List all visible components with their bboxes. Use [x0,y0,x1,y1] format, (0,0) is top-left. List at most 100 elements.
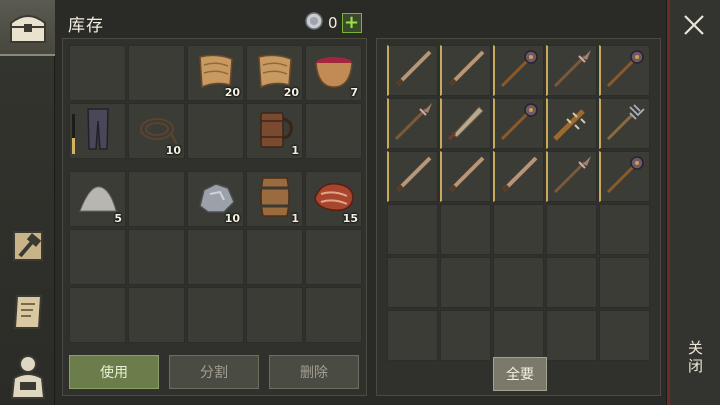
container-slot[interactable] [493,310,544,361]
container-slot[interactable] [493,151,544,202]
inventory-slot[interactable]: 1 [246,171,303,227]
inventory-slot[interactable] [305,287,362,343]
item-quantity: 20 [283,86,299,99]
inventory-slot[interactable] [246,287,303,343]
container-slot[interactable] [387,310,438,361]
container-panel: 全要 [376,38,661,396]
inventory-slot[interactable] [69,287,126,343]
container-slot[interactable] [440,98,491,149]
container-slot[interactable] [440,45,491,96]
inventory-slot[interactable]: 10 [187,171,244,227]
close-label[interactable]: 关闭 [685,340,706,376]
inventory-slot[interactable]: 20 [246,45,303,101]
container-slot[interactable] [387,204,438,255]
container-slot[interactable] [599,45,650,96]
blueprint-scroll-icon [9,292,47,332]
item-quantity: 15 [342,212,358,225]
container-slot[interactable] [493,45,544,96]
container-slot[interactable] [493,204,544,255]
container-slot[interactable] [387,151,438,202]
container-slot[interactable] [387,257,438,308]
container-slot[interactable] [440,257,491,308]
container-slot[interactable] [599,257,650,308]
inventory-slot[interactable]: 1 [246,103,303,159]
wooden-mug-icon [255,107,295,155]
tab-blueprints[interactable] [0,284,55,340]
container-slot[interactable] [599,151,650,202]
crafting-hammer-icon [8,226,48,266]
inventory-slot[interactable] [69,45,126,101]
use-button[interactable]: 使用 [69,355,159,389]
durability-bar [72,114,75,154]
inventory-slot[interactable] [128,45,185,101]
inventory-slot[interactable]: 7 [305,45,362,101]
inventory-slot[interactable]: 10 [128,103,185,159]
item-quantity: 10 [224,212,240,225]
container-slot[interactable] [546,98,597,149]
container-slot[interactable] [599,98,650,149]
mace-icon [602,152,648,202]
container-slot[interactable] [440,310,491,361]
delete-button[interactable]: 删除 [269,355,359,389]
inventory-slot[interactable] [246,229,303,285]
sword-icon [443,152,489,202]
sword-icon [390,152,436,202]
split-button[interactable]: 分割 [169,355,259,389]
berry-bowl-icon [312,51,356,95]
page-title: 库存 [68,16,104,36]
sword-icon [390,46,436,96]
mace-icon [496,99,542,149]
item-quantity: 10 [165,144,181,157]
inventory-grid-bottom: 5 10 1 15 [69,171,362,343]
container-slot[interactable] [599,310,650,361]
container-slot[interactable] [546,151,597,202]
barrel-icon [257,174,293,224]
container-slot[interactable] [440,151,491,202]
sword-icon [496,152,542,202]
tab-inventory[interactable] [0,0,55,56]
tab-character[interactable] [0,348,55,404]
container-slot[interactable] [387,98,438,149]
inventory-slot[interactable] [128,171,185,227]
container-slot[interactable] [440,204,491,255]
machete-icon [443,99,489,149]
close-icon[interactable] [681,12,707,38]
mace-icon [496,46,542,96]
container-slot[interactable] [546,257,597,308]
inventory-slot[interactable] [69,103,126,159]
inventory-slot[interactable]: 5 [69,171,126,227]
sidebar [0,0,55,405]
spiked-club-icon [549,99,595,149]
inventory-slot[interactable] [187,103,244,159]
add-currency-button[interactable]: + [341,13,362,33]
container-slot[interactable] [546,45,597,96]
inventory-grid-top: 20 20 7 10 1 [69,45,362,159]
container-slot[interactable] [599,204,650,255]
inventory-panel: 20 20 7 10 1 5 10 1 15 使用 分割 删除 [62,38,367,396]
item-quantity: 1 [291,144,299,157]
currency-count: 0 [328,14,338,32]
item-quantity: 1 [291,212,299,225]
inventory-slot[interactable] [305,229,362,285]
mace-icon [602,46,648,96]
inventory-slot[interactable] [305,103,362,159]
inventory-slot[interactable] [128,287,185,343]
take-all-button[interactable]: 全要 [493,357,547,391]
inventory-slot[interactable] [187,287,244,343]
spear-icon [390,99,436,149]
container-slot[interactable] [493,98,544,149]
item-quantity: 7 [350,86,358,99]
container-slot[interactable] [546,310,597,361]
inventory-slot[interactable] [69,229,126,285]
inventory-slot[interactable] [187,229,244,285]
close-bar[interactable]: 关闭 [666,0,720,405]
silver-coin-icon [304,11,324,35]
tab-crafting[interactable] [0,218,55,274]
container-slot[interactable] [546,204,597,255]
container-slot[interactable] [387,45,438,96]
inventory-slot[interactable]: 15 [305,171,362,227]
container-slot[interactable] [493,257,544,308]
sand-pile-icon [76,179,120,219]
inventory-slot[interactable]: 20 [187,45,244,101]
inventory-slot[interactable] [128,229,185,285]
